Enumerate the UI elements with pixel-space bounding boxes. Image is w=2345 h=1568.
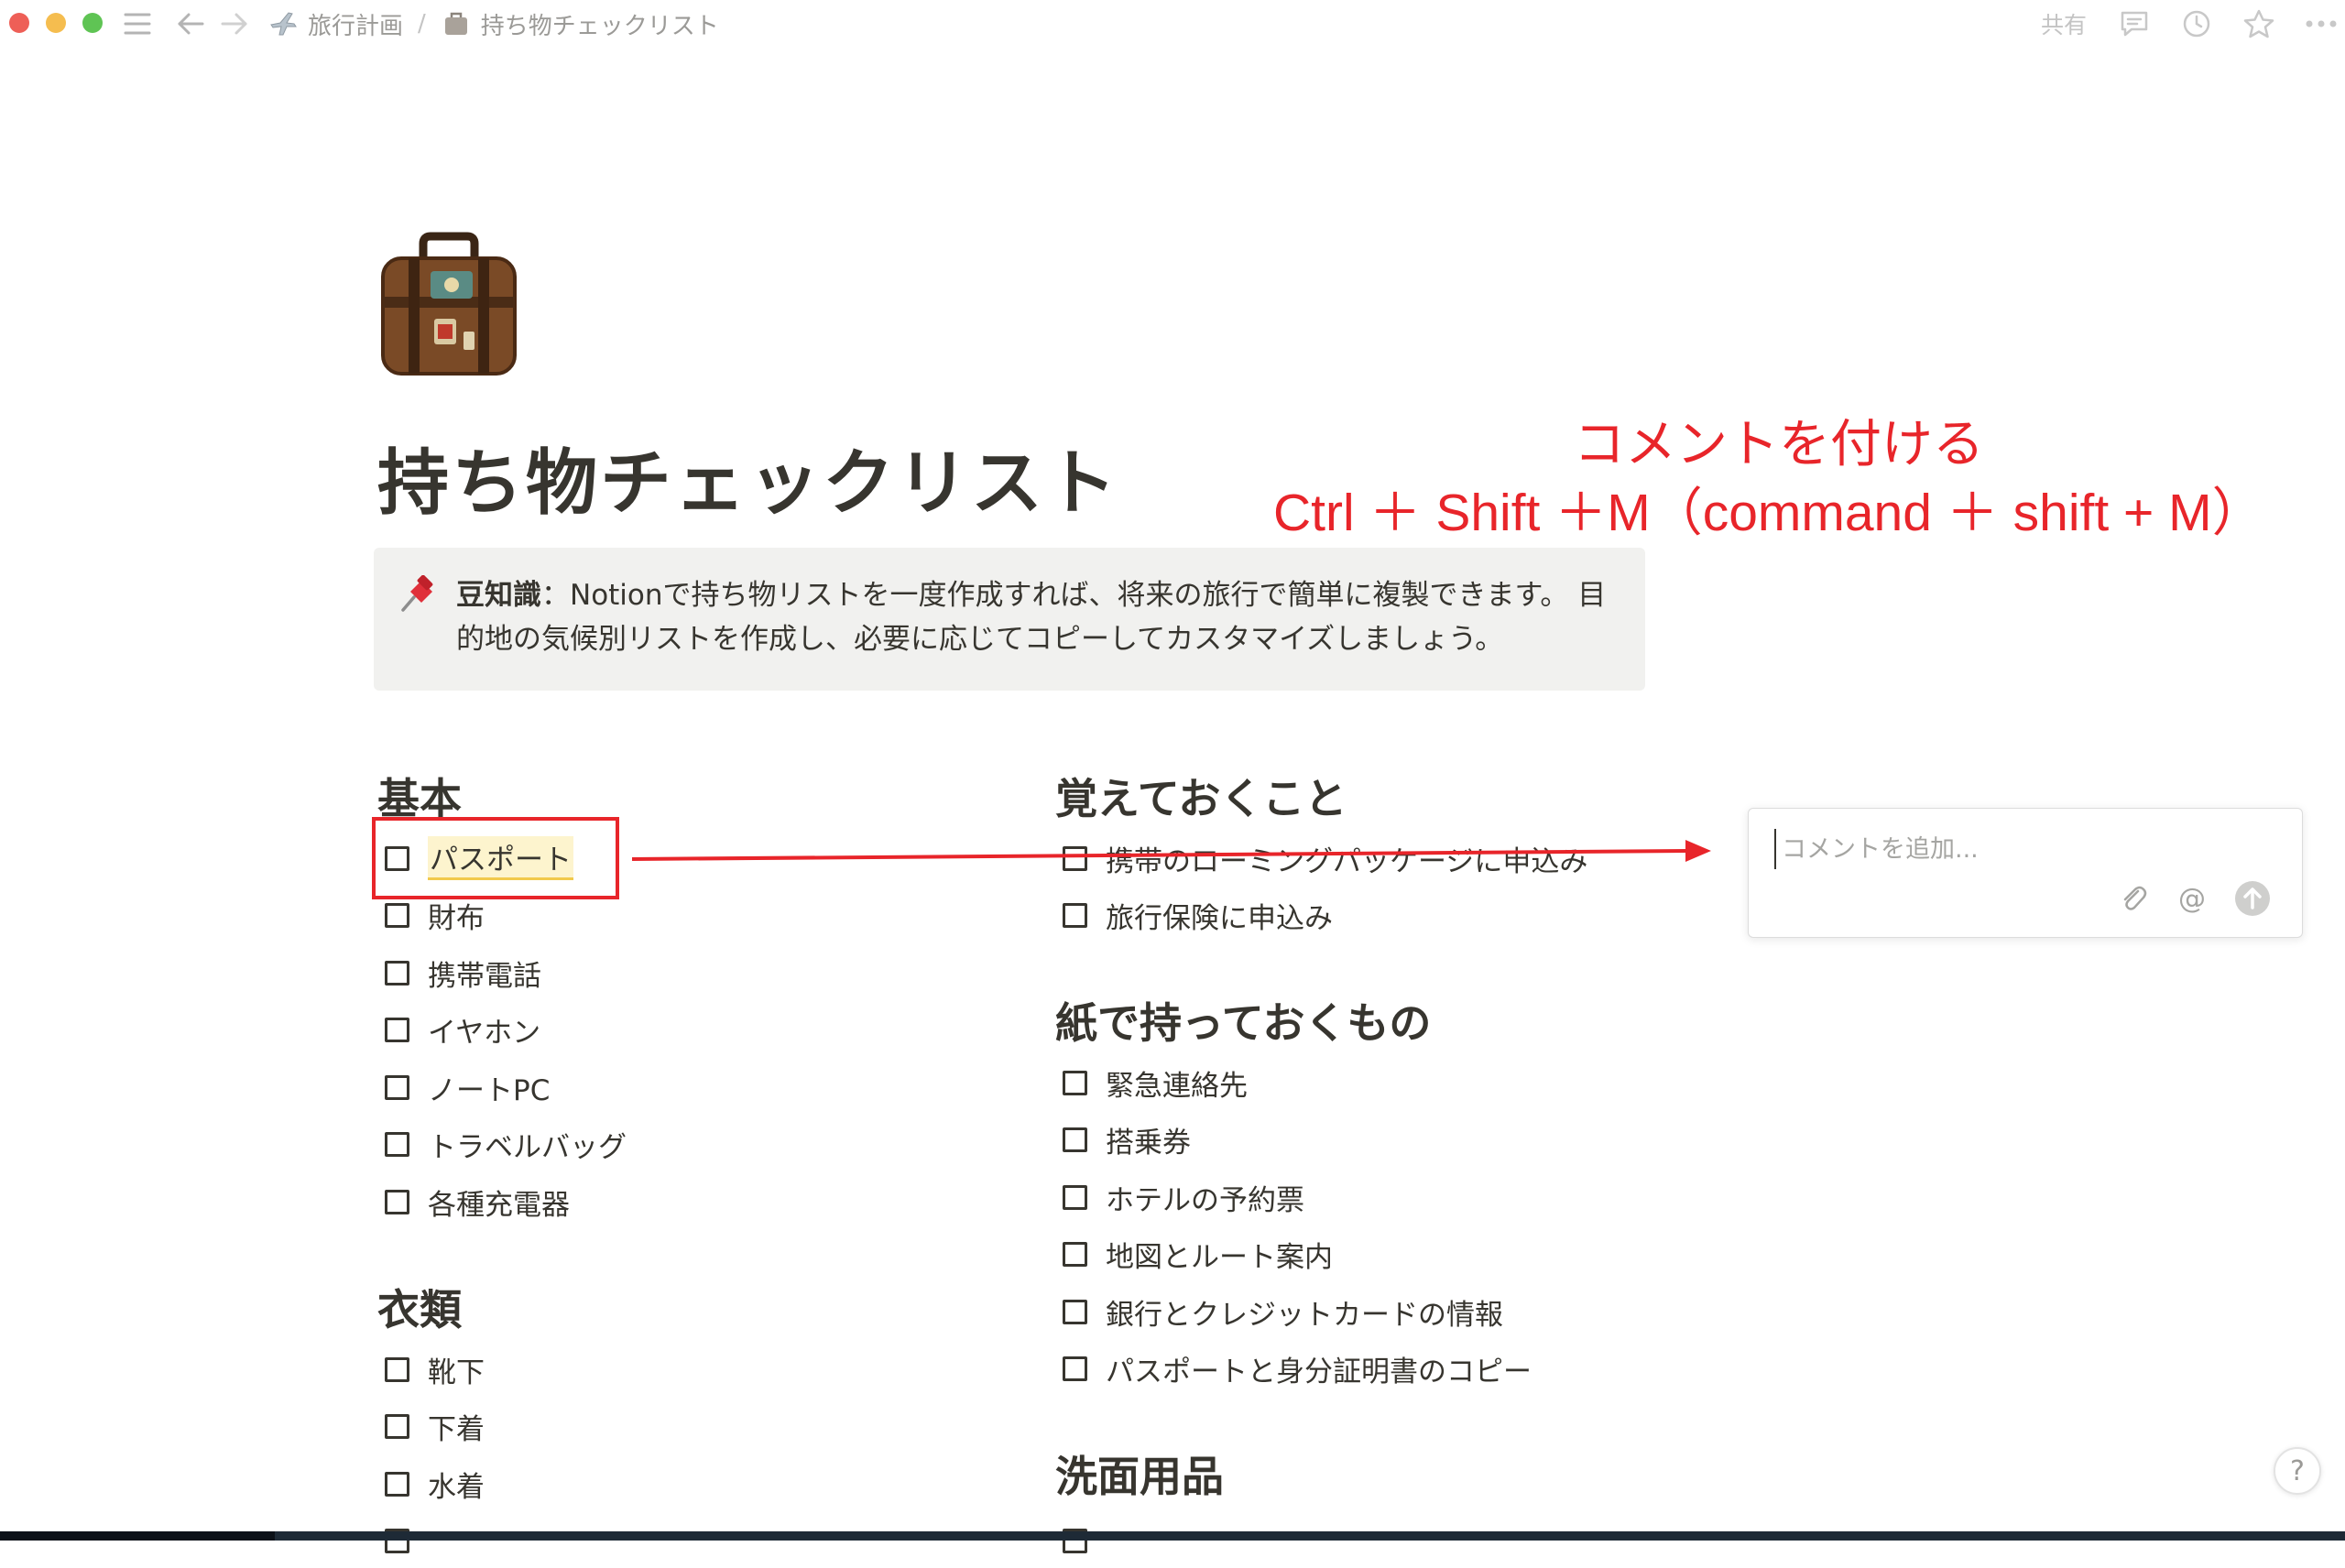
comments-icon[interactable] (2118, 7, 2151, 40)
window-minimize-button[interactable] (46, 13, 66, 33)
todo-text[interactable]: ホテルの予約票 (1106, 1177, 1304, 1218)
breadcrumb: 旅行計画 / 持ち物チェックリスト (267, 7, 719, 40)
todo-item[interactable]: イヤホン (385, 1002, 540, 1057)
section-title-paper[interactable]: 紙で持っておくもの (1055, 990, 1431, 1051)
breadcrumb-current[interactable]: 持ち物チェックリスト (481, 7, 719, 41)
pushpin-icon[interactable] (398, 574, 436, 614)
tip-callout[interactable]: 豆知識：Notionで持ち物リストを一度作成すれば、将来の旅行で簡単に複製できま… (374, 548, 1645, 691)
section-title-remember[interactable]: 覚えておくこと (1055, 766, 1347, 826)
dock-strip-left (0, 1531, 275, 1541)
favorite-star-icon[interactable] (2242, 7, 2275, 40)
todo-checkbox[interactable] (1063, 1070, 1087, 1095)
top-bar: 旅行計画 / 持ち物チェックリスト 共有 (0, 0, 2345, 48)
breadcrumb-separator: / (418, 10, 426, 38)
mention-at-icon[interactable]: @ (2174, 880, 2210, 917)
todo-checkbox[interactable] (1063, 1127, 1087, 1152)
sidebar-menu-icon[interactable] (121, 7, 154, 40)
todo-item[interactable]: 靴下 (385, 1342, 485, 1397)
todo-checkbox[interactable] (1063, 902, 1087, 928)
todo-checkbox[interactable] (1063, 845, 1087, 871)
todo-checkbox[interactable] (385, 960, 409, 985)
todo-item[interactable] (385, 1513, 428, 1568)
window-zoom-button[interactable] (82, 13, 103, 33)
todo-item[interactable]: トラベルバッグ (385, 1116, 627, 1171)
todo-item[interactable]: 携帯のローミングパッケージに申込み (1063, 831, 1587, 886)
todo-checkbox[interactable] (385, 1413, 409, 1439)
back-arrow-icon[interactable] (174, 7, 207, 40)
todo-item[interactable]: 水着 (385, 1456, 485, 1511)
todo-item[interactable] (1063, 1513, 1106, 1568)
top-bar-actions: 共有 (2041, 7, 2345, 40)
todo-item[interactable]: パスポートと身分証明書のコピー (1063, 1341, 1532, 1396)
todo-text[interactable]: 携帯のローミングパッケージに申込み (1106, 838, 1587, 879)
todo-text[interactable]: 地図とルート案内 (1106, 1234, 1333, 1275)
todo-text[interactable]: 財布 (428, 895, 485, 936)
todo-text[interactable]: 搭乗券 (1106, 1119, 1191, 1160)
todo-checkbox[interactable] (385, 1017, 409, 1042)
annotation-title: コメントを付ける (1574, 415, 1984, 474)
todo-text[interactable]: 下着 (428, 1406, 485, 1447)
todo-checkbox[interactable] (1063, 1356, 1087, 1381)
comment-popup: @ (1748, 808, 2303, 938)
todo-checkbox[interactable] (385, 1074, 409, 1100)
todo-checkbox[interactable] (1063, 1299, 1087, 1324)
todo-text[interactable]: ノートPC (428, 1067, 550, 1108)
todo-item[interactable]: 各種充電器 (385, 1174, 570, 1229)
todo-item[interactable]: 緊急連絡先 (1063, 1055, 1248, 1110)
todo-item[interactable]: 携帯電話 (385, 945, 541, 1000)
share-button[interactable]: 共有 (2041, 7, 2087, 40)
help-button[interactable]: ? (2274, 1447, 2321, 1495)
suitcase-icon[interactable] (377, 231, 520, 377)
todo-checkbox[interactable] (385, 1189, 409, 1214)
todo-text[interactable]: 各種充電器 (428, 1181, 570, 1223)
annotation-shortcut: Ctrl ＋ Shift ＋M（command ＋ shift + M） (1273, 484, 2264, 542)
more-options-icon[interactable] (2305, 7, 2338, 40)
todo-text[interactable]: 緊急連絡先 (1106, 1062, 1248, 1104)
todo-text[interactable]: 銀行とクレジットカードの情報 (1106, 1291, 1503, 1333)
callout-text: ：Notionで持ち物リストを一度作成すれば、将来の旅行で簡単に複製できます。 … (456, 579, 1607, 656)
todo-text[interactable]: トラベルバッグ (428, 1124, 627, 1165)
section-title-toiletries[interactable]: 洗面用品 (1055, 1443, 1224, 1504)
forward-arrow-icon[interactable] (218, 7, 251, 40)
todo-checkbox[interactable] (385, 1356, 409, 1382)
todo-text[interactable]: 水着 (428, 1464, 485, 1505)
todo-item[interactable]: 旅行保険に申込み (1063, 887, 1333, 942)
airplane-icon (267, 8, 299, 39)
comment-input[interactable] (1774, 829, 2276, 869)
todo-item[interactable]: 搭乗券 (1063, 1112, 1191, 1167)
attachment-paperclip-icon[interactable] (2115, 880, 2152, 917)
todo-item[interactable]: 下着 (385, 1399, 485, 1454)
todo-item[interactable]: 地図とルート案内 (1063, 1226, 1333, 1281)
todo-item[interactable]: ホテルの予約票 (1063, 1170, 1304, 1225)
luggage-icon (441, 8, 472, 39)
todo-checkbox[interactable] (385, 1471, 409, 1497)
callout-bold-label: 豆知識 (456, 579, 541, 612)
send-comment-icon[interactable] (2234, 880, 2271, 917)
todo-checkbox[interactable] (385, 902, 409, 928)
todo-checkbox[interactable] (1063, 1184, 1087, 1210)
history-clock-icon[interactable] (2180, 7, 2213, 40)
annotation-highlight-box (372, 817, 619, 899)
todo-text[interactable]: 携帯電話 (428, 953, 541, 994)
window-close-button[interactable] (9, 13, 29, 33)
section-title-clothing[interactable]: 衣類 (377, 1277, 462, 1337)
todo-checkbox[interactable] (385, 1131, 409, 1157)
todo-item[interactable]: ノートPC (385, 1060, 550, 1115)
breadcrumb-parent[interactable]: 旅行計画 (308, 7, 403, 41)
todo-text[interactable]: 旅行保険に申込み (1106, 895, 1333, 936)
todo-text[interactable]: イヤホン (428, 1009, 540, 1051)
dock-strip (0, 1531, 2345, 1541)
page-title[interactable]: 持ち物チェックリスト (377, 438, 1119, 529)
todo-text[interactable]: パスポートと身分証明書のコピー (1106, 1348, 1532, 1389)
todo-checkbox[interactable] (1063, 1241, 1087, 1267)
todo-item[interactable]: 銀行とクレジットカードの情報 (1063, 1284, 1503, 1339)
todo-text[interactable]: 靴下 (428, 1349, 485, 1390)
